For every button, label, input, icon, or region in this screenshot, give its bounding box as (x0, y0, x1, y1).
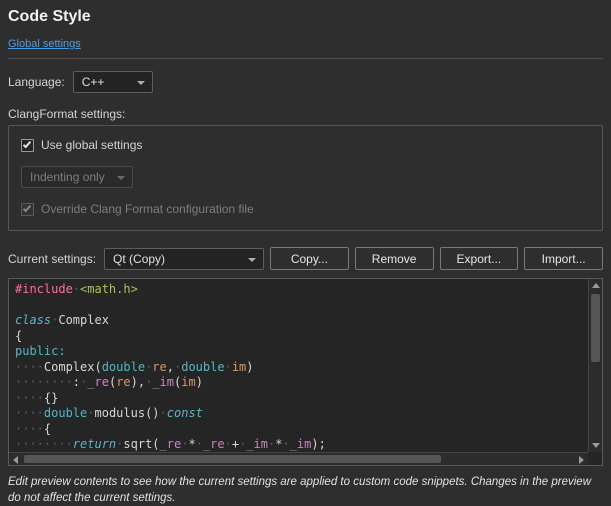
export-button[interactable]: Export... (440, 247, 519, 270)
vertical-scrollbar-thumb[interactable] (591, 294, 600, 362)
current-settings-label: Current settings: (8, 252, 96, 266)
code-preview-editor[interactable]: #include·<math.h> class·Complex{public:·… (8, 278, 603, 466)
check-icon (23, 139, 31, 148)
footer-note: Edit preview contents to see how the cur… (8, 474, 603, 506)
clangformat-mode-value: Indenting only (30, 170, 105, 184)
scroll-down-icon[interactable] (592, 443, 600, 448)
check-icon (23, 203, 31, 212)
current-settings-value: Qt (Copy) (113, 252, 165, 266)
scroll-right-icon[interactable] (579, 456, 584, 464)
checkbox-box[interactable] (21, 139, 34, 152)
import-button[interactable]: Import... (524, 247, 603, 270)
current-settings-combo[interactable]: Qt (Copy) (104, 248, 264, 270)
language-combo[interactable]: C++ (73, 71, 153, 93)
language-row: Language: C++ (8, 71, 603, 93)
override-clangformat-checkbox: Override Clang Format configuration file (21, 202, 590, 216)
remove-button[interactable]: Remove (355, 247, 434, 270)
separator (8, 58, 603, 59)
copy-button[interactable]: Copy... (270, 247, 349, 270)
clangformat-settings-label: ClangFormat settings: (8, 107, 603, 121)
chevron-down-icon (248, 258, 256, 262)
language-combo-value: C++ (82, 75, 105, 89)
current-settings-row: Current settings: Qt (Copy) Copy... Remo… (8, 247, 603, 270)
code-style-page: Code Style Global settings Language: C++… (0, 0, 611, 506)
global-settings-link[interactable]: Global settings (8, 38, 81, 50)
use-global-settings-checkbox[interactable]: Use global settings (21, 138, 590, 152)
language-label: Language: (8, 75, 65, 89)
scroll-up-icon[interactable] (592, 283, 600, 288)
clangformat-groupbox: Use global settings Indenting only Overr… (8, 125, 603, 231)
code-content[interactable]: #include·<math.h> class·Complex{public:·… (9, 279, 588, 452)
chevron-down-icon (137, 81, 145, 85)
chevron-down-icon (117, 176, 125, 180)
scroll-left-icon[interactable] (13, 456, 18, 464)
horizontal-scrollbar-thumb[interactable] (24, 455, 441, 463)
use-global-settings-label: Use global settings (41, 138, 142, 152)
clangformat-mode-combo: Indenting only (21, 166, 133, 188)
vertical-scrollbar[interactable] (588, 279, 602, 452)
horizontal-scrollbar[interactable] (9, 452, 588, 465)
page-title: Code Style (8, 8, 603, 26)
checkbox-box (21, 203, 34, 216)
override-clangformat-label: Override Clang Format configuration file (41, 202, 254, 216)
